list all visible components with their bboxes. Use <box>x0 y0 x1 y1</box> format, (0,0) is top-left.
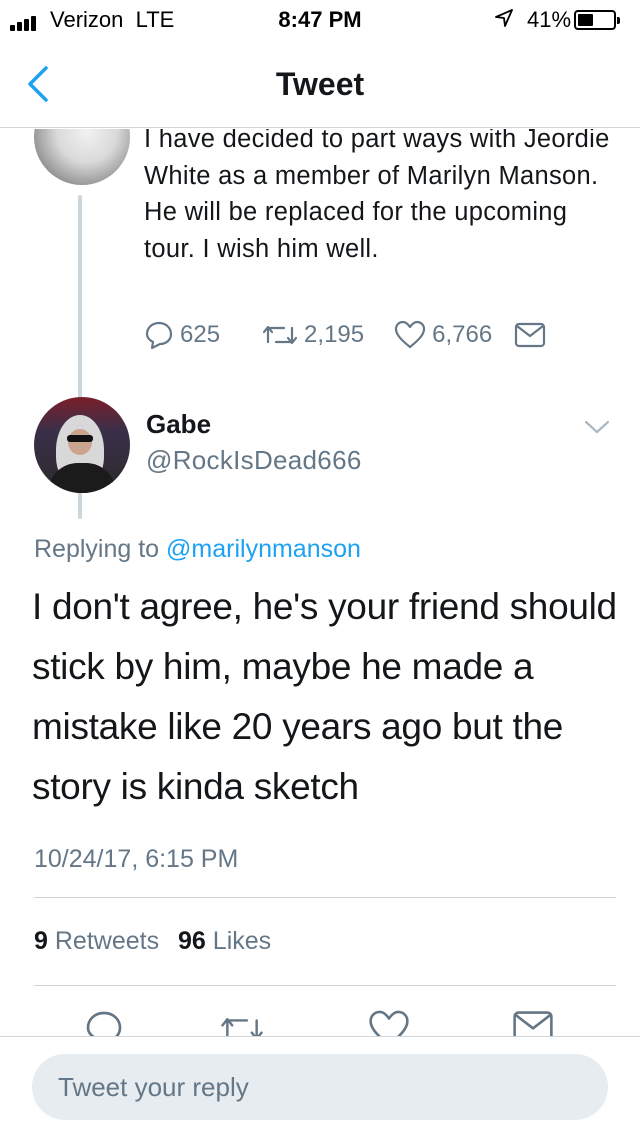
compose-bar <box>0 1036 640 1136</box>
divider <box>34 985 616 986</box>
tweet-options-button[interactable] <box>584 419 610 440</box>
reply-input[interactable] <box>32 1054 608 1120</box>
retweet-count: 2,195 <box>304 321 365 348</box>
like-button[interactable] <box>368 1009 410 1036</box>
retweets-stat-label: Retweets <box>54 927 160 955</box>
reply-count: 625 <box>180 321 221 348</box>
nav-bar: Tweet <box>0 40 640 128</box>
envelope-icon <box>515 322 546 348</box>
envelope-icon <box>513 1011 553 1036</box>
likes-stat-label: Likes <box>212 927 272 955</box>
retweet-icon <box>221 1018 263 1036</box>
replying-to-line: Replying to @marilynmanson <box>34 535 361 564</box>
reply-button[interactable] <box>84 1009 124 1036</box>
retweets-stat[interactable]: 9 Retweets <box>34 927 159 955</box>
replying-to-mention[interactable]: @marilynmanson <box>166 535 361 563</box>
likes-stat[interactable]: 96 Likes <box>178 927 271 955</box>
likes-stat-count: 96 <box>178 927 206 955</box>
parent-tweet-actions: 625 2,195 6,766 <box>144 315 546 355</box>
replying-to-label: Replying to <box>34 535 160 563</box>
reply-tweet-text: I don't agree, he's your friend should s… <box>32 586 617 807</box>
direct-message-button[interactable] <box>512 1009 554 1036</box>
retweet-button[interactable] <box>220 1009 264 1036</box>
reply-action[interactable]: 625 <box>144 320 220 350</box>
reply-icon <box>145 321 173 350</box>
retweet-action[interactable]: 2,195 <box>262 320 364 350</box>
retweets-stat-count: 9 <box>34 927 48 955</box>
direct-message-action[interactable] <box>514 322 546 348</box>
like-count: 6,766 <box>432 321 493 348</box>
page-title: Tweet <box>275 66 365 102</box>
parent-tweet-avatar[interactable] <box>34 129 130 185</box>
reply-tweet-actions <box>0 1009 640 1036</box>
tweet-timestamp: 10/24/17, 6:15 PM <box>34 845 239 873</box>
author-handle[interactable]: @RockIsDead666 <box>146 445 362 476</box>
tweet-thread[interactable]: I have decided to part ways with Jeordie… <box>0 129 640 1036</box>
battery-percent: 41% <box>527 7 572 32</box>
reply-author-avatar[interactable] <box>34 397 130 493</box>
retweet-icon <box>262 325 298 345</box>
location-arrow-icon <box>494 8 514 34</box>
heart-icon <box>395 320 426 349</box>
reply-icon <box>86 1011 122 1036</box>
heart-icon <box>369 1010 409 1036</box>
parent-tweet-text: I have decided to part ways with Jeordie… <box>144 129 610 263</box>
battery-icon <box>574 10 620 30</box>
status-bar: Verizon LTE 8:47 PM 41% <box>0 0 640 40</box>
like-action[interactable]: 6,766 <box>394 320 492 350</box>
chevron-down-icon <box>584 420 610 434</box>
author-name[interactable]: Gabe <box>146 409 211 440</box>
divider <box>34 897 616 898</box>
tweet-stats: 9 Retweets 96 Likes <box>34 927 283 956</box>
